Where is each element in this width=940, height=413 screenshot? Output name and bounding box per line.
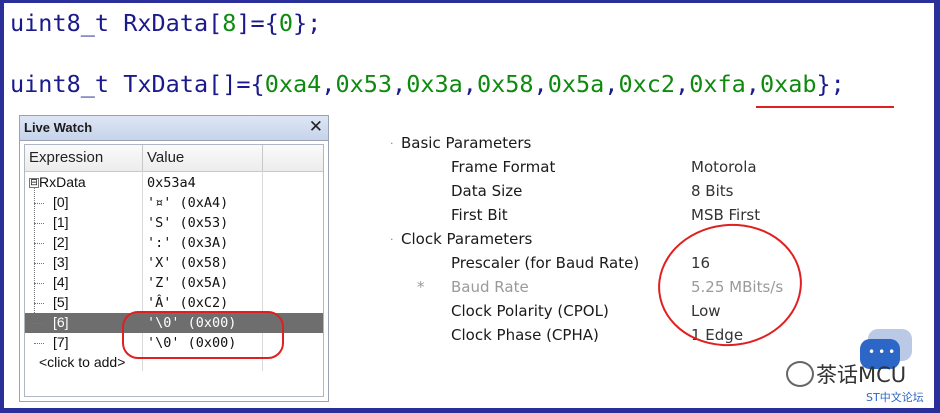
watermark: ••• 茶话MCU ST中文论坛 bbox=[784, 325, 934, 405]
watch-expression: [6] bbox=[53, 314, 69, 330]
code-bracket: []={ bbox=[208, 70, 265, 98]
code-value: 0xab bbox=[759, 70, 817, 98]
code-line-rxdata: uint8_t RxData[8]={0}; bbox=[10, 8, 321, 38]
param-marker: * bbox=[417, 278, 425, 296]
watch-value: 'Â' (0xC2) bbox=[147, 295, 229, 311]
param-label: Baud Rate bbox=[451, 278, 529, 296]
code-value: 0xc2 bbox=[618, 70, 676, 98]
column-header-expression[interactable]: Expression bbox=[29, 149, 103, 166]
watch-value: ':' (0x3A) bbox=[147, 235, 229, 251]
param-label: Clock Phase (CPHA) bbox=[451, 326, 599, 344]
code-line-txdata: uint8_t TxData[]={0xa4,0x53,0x3a,0x58,0x… bbox=[10, 70, 845, 98]
watermark-brand: 茶话MCU bbox=[816, 363, 907, 387]
code-array-size: 8 bbox=[222, 9, 237, 37]
param-value[interactable]: 8 Bits bbox=[691, 182, 733, 200]
click-to-add-hint[interactable]: <click to add> bbox=[39, 354, 125, 370]
code-value: 0x5a bbox=[547, 70, 605, 98]
annotation-circle-values bbox=[122, 311, 284, 359]
column-header-value[interactable]: Value bbox=[147, 149, 184, 166]
code-type: uint8_t bbox=[10, 70, 110, 98]
param-label: First Bit bbox=[451, 206, 508, 224]
code-identifier: RxData bbox=[123, 9, 209, 37]
watch-table: Expression Value ⊟ RxData 0x53a4 [0] '¤'… bbox=[24, 144, 324, 397]
watch-expression: [5] bbox=[53, 294, 69, 310]
watch-expression: [2] bbox=[53, 234, 69, 250]
param-label: Prescaler (for Baud Rate) bbox=[451, 254, 640, 272]
watch-value: 0x53a4 bbox=[147, 175, 196, 191]
watermark-site: ST中文论坛 bbox=[866, 391, 924, 404]
live-watch-title: Live Watch bbox=[24, 120, 93, 135]
param-value[interactable]: MSB First bbox=[691, 206, 760, 224]
watch-expression: [1] bbox=[53, 214, 69, 230]
watch-table-header: Expression Value bbox=[25, 145, 323, 172]
param-value[interactable]: Motorola bbox=[691, 158, 757, 176]
param-label: Data Size bbox=[451, 182, 523, 200]
code-value: 0x58 bbox=[476, 70, 534, 98]
code-bracket: [ bbox=[208, 9, 223, 37]
section-basic-parameters[interactable]: Basic Parameters bbox=[401, 134, 531, 152]
code-terminator: }; bbox=[816, 70, 845, 98]
code-init-value: 0 bbox=[278, 9, 294, 37]
watch-value: 'X' (0x58) bbox=[147, 255, 229, 271]
code-terminator: }; bbox=[293, 9, 322, 37]
code-type: uint8_t bbox=[10, 9, 110, 37]
watch-row-root[interactable]: ⊟ RxData 0x53a4 bbox=[25, 173, 323, 193]
close-icon[interactable]: ✕ bbox=[309, 117, 323, 137]
watch-expression: [0] bbox=[53, 194, 69, 210]
code-value: 0x53 bbox=[335, 70, 393, 98]
annotation-underline bbox=[756, 106, 894, 108]
table-row[interactable]: [5] 'Â' (0xC2) bbox=[25, 293, 323, 313]
watch-value: 'Z' (0x5A) bbox=[147, 275, 229, 291]
code-bracket: ]={ bbox=[236, 9, 279, 37]
table-row[interactable]: [2] ':' (0x3A) bbox=[25, 233, 323, 253]
section-clock-parameters[interactable]: Clock Parameters bbox=[401, 230, 532, 248]
watch-expression: [7] bbox=[53, 334, 69, 350]
param-label: Clock Polarity (CPOL) bbox=[451, 302, 609, 320]
param-label: Frame Format bbox=[451, 158, 556, 176]
watch-expression: RxData bbox=[39, 174, 86, 190]
code-identifier: TxData bbox=[123, 70, 209, 98]
code-value: 0xfa bbox=[689, 70, 746, 98]
wechat-icon bbox=[786, 361, 814, 387]
live-watch-titlebar: Live Watch ✕ bbox=[20, 116, 328, 141]
table-row[interactable]: [4] 'Z' (0x5A) bbox=[25, 273, 323, 293]
watch-expression: [3] bbox=[53, 254, 69, 270]
table-row[interactable]: [1] 'S' (0x53) bbox=[25, 213, 323, 233]
screenshot-canvas: uint8_t RxData[8]={0}; uint8_t TxData[]=… bbox=[4, 3, 934, 408]
code-value: 0xa4 bbox=[264, 70, 322, 98]
watch-value: 'S' (0x53) bbox=[147, 215, 229, 231]
watch-expression: [4] bbox=[53, 274, 69, 290]
table-row[interactable]: [0] '¤' (0xA4) bbox=[25, 193, 323, 213]
table-row[interactable]: [3] 'X' (0x58) bbox=[25, 253, 323, 273]
watch-value: '¤' (0xA4) bbox=[147, 195, 229, 211]
code-value: 0x3a bbox=[406, 70, 463, 98]
collapse-icon[interactable]: ⊟ bbox=[29, 178, 39, 188]
